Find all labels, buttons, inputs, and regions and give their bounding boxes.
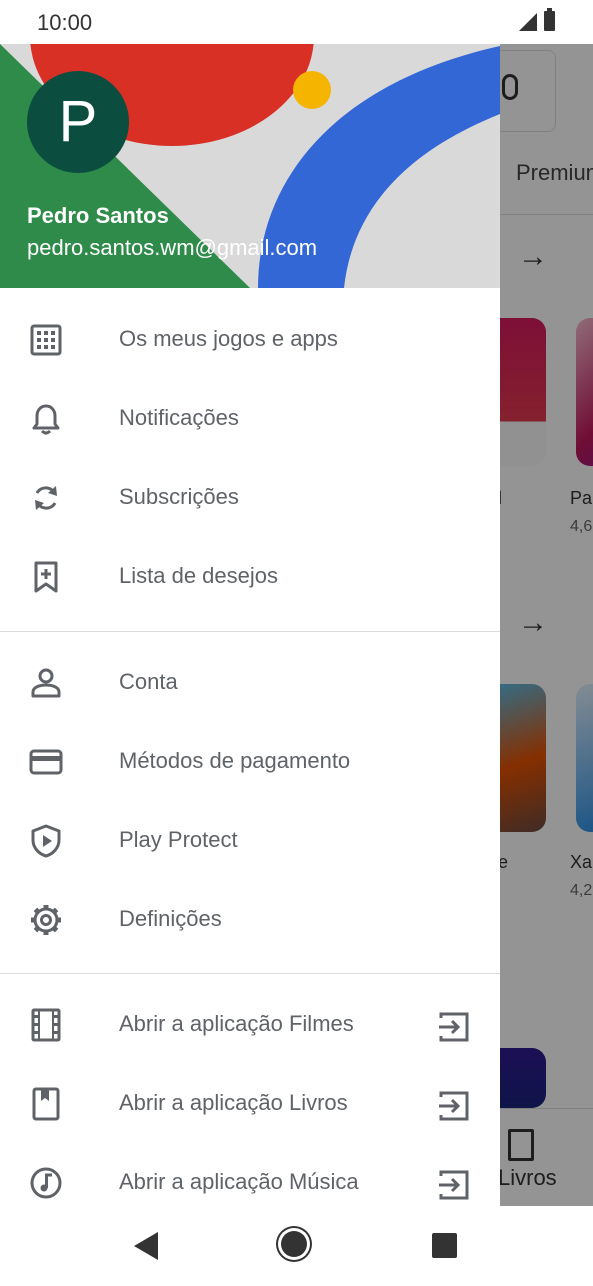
menu-item-label: Os meus jogos e apps <box>119 326 338 351</box>
bookmark-add-icon <box>34 561 58 593</box>
divider <box>0 631 500 632</box>
battery-icon <box>544 8 555 31</box>
menu-item-label: Abrir a aplicação Música <box>119 1169 359 1194</box>
open-external-icon <box>439 1012 469 1042</box>
back-icon[interactable] <box>134 1232 158 1260</box>
menu-item-wishlist[interactable]: Lista de desejos <box>0 539 500 618</box>
menu-item-subscriptions[interactable]: Subscrições <box>0 460 500 539</box>
menu-item-notifications[interactable]: Notificações <box>0 381 500 460</box>
avatar[interactable]: P <box>27 71 129 173</box>
menu-item-my-apps[interactable]: Os meus jogos e apps <box>0 302 500 381</box>
menu-item-payment-methods[interactable]: Métodos de pagamento <box>0 724 500 803</box>
menu-item-label: Notificações <box>119 405 239 430</box>
menu-item-label: Abrir a aplicação Filmes <box>119 1011 354 1036</box>
drawer-scrim[interactable] <box>500 44 593 1206</box>
menu-item-account[interactable]: Conta <box>0 645 500 724</box>
status-bar: 10:00 <box>0 0 593 44</box>
divider <box>0 973 500 974</box>
menu-item-play-protect[interactable]: Play Protect <box>0 803 500 882</box>
shield-play-icon <box>31 824 61 858</box>
open-external-icon <box>439 1170 469 1200</box>
menu-item-label: Subscrições <box>119 484 239 509</box>
person-icon <box>31 668 61 698</box>
account-header[interactable]: P Pedro Santos pedro.santos.wm@gmail.com <box>0 44 500 288</box>
menu-item-open-movies[interactable]: Abrir a aplicação Filmes <box>0 987 500 1066</box>
recent-apps-icon[interactable] <box>432 1233 457 1258</box>
user-name: Pedro Santos <box>27 203 169 228</box>
menu-item-label: Conta <box>119 669 178 694</box>
open-external-icon <box>439 1091 469 1121</box>
menu-item-label: Métodos de pagamento <box>119 748 351 773</box>
film-icon <box>31 1008 61 1042</box>
menu-item-settings[interactable]: Definições <box>0 882 500 961</box>
user-email[interactable]: pedro.santos.wm@gmail.com <box>27 235 317 261</box>
menu-item-label: Play Protect <box>119 827 238 852</box>
refresh-icon <box>35 486 57 510</box>
navigation-drawer: P Pedro Santos pedro.santos.wm@gmail.com… <box>0 44 500 1206</box>
music-icon <box>30 1167 62 1199</box>
menu-item-open-music[interactable]: Abrir a aplicação Música <box>0 1145 500 1206</box>
menu-item-label: Definições <box>119 906 222 931</box>
gear-icon <box>31 905 61 935</box>
home-icon[interactable] <box>281 1231 307 1257</box>
bell-icon <box>32 404 60 435</box>
signal-icon <box>519 13 537 31</box>
credit-card-icon <box>29 749 63 775</box>
menu-item-open-books[interactable]: Abrir a aplicação Livros <box>0 1066 500 1145</box>
book-icon <box>32 1087 60 1121</box>
status-time: 10:00 <box>37 10 93 35</box>
menu-item-label: Lista de desejos <box>119 563 278 588</box>
apps-grid-icon <box>30 324 62 356</box>
system-navigation-bar <box>0 1206 593 1286</box>
menu-item-label: Abrir a aplicação Livros <box>119 1090 348 1115</box>
